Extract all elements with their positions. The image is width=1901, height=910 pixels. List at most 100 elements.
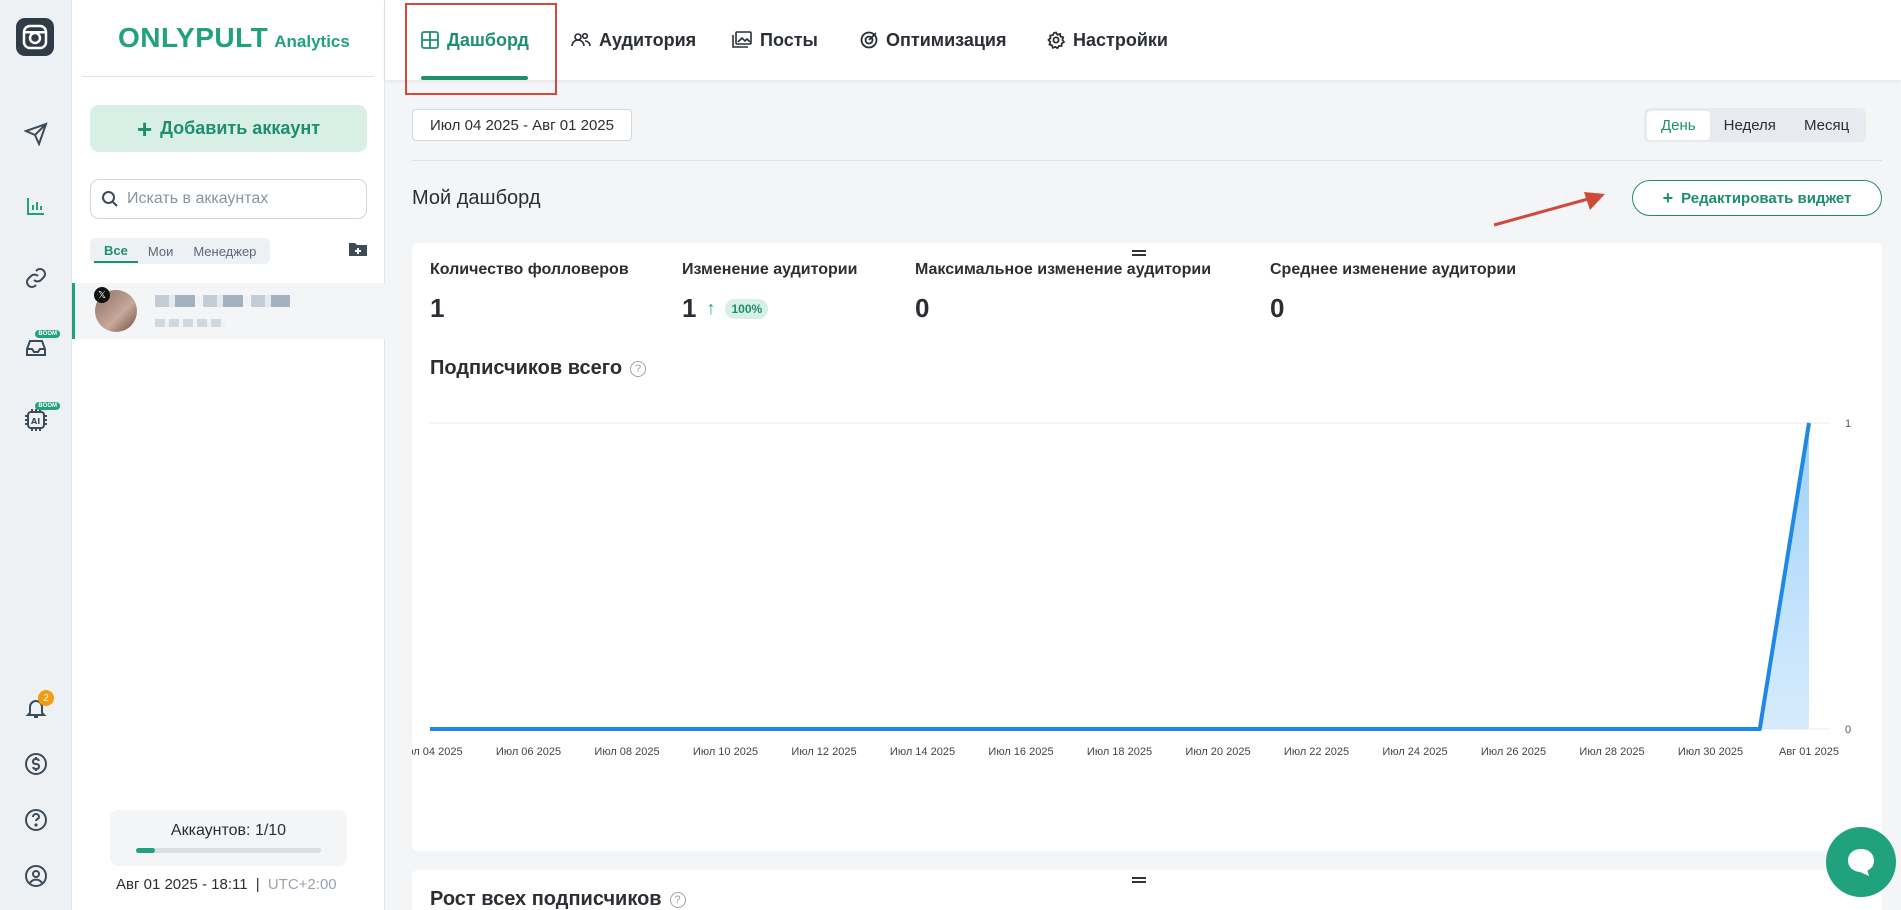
account-name-blurred: [155, 295, 290, 307]
x-tick-label: Июл 20 2025: [1185, 746, 1250, 758]
new-badge: BOOM: [35, 402, 60, 410]
widget-title-text: Рост всех подписчиков: [430, 888, 662, 910]
x-tick-label: Июл 10 2025: [693, 746, 758, 758]
annotation-highlight-box: [405, 3, 557, 95]
drag-handle-icon[interactable]: [1132, 250, 1146, 256]
datetime-value: Авг 01 2025 - 18:11: [116, 876, 248, 893]
x-tick-label: Июл 18 2025: [1087, 746, 1152, 758]
tab-label: Аудитория: [599, 29, 697, 50]
stat-avg-change: Среднее изменение аудитории 0: [1270, 261, 1516, 324]
period-month[interactable]: Месяц: [1790, 111, 1863, 140]
accounts-count-label: Аккаунтов: 1/10: [170, 822, 287, 839]
accounts-progress-fill: [136, 848, 155, 853]
tab-audience[interactable]: Аудитория: [571, 22, 696, 58]
page-title: Мой дашборд: [412, 187, 541, 209]
tab-optimization[interactable]: Оптимизация: [860, 22, 1007, 58]
brand-logo[interactable]: ONLYPULT Analytics: [118, 22, 350, 54]
stat-label: Изменение аудитории: [682, 261, 858, 278]
tab-posts[interactable]: Посты: [732, 22, 818, 58]
help-icon[interactable]: ?: [630, 360, 647, 377]
add-account-label: Добавить аккаунт: [160, 118, 321, 138]
y-tick-label: 0: [1845, 724, 1851, 736]
x-platform-icon: 𝕏: [94, 287, 110, 303]
timezone-label: UTC+2:00: [267, 876, 337, 893]
drag-handle-icon[interactable]: [1132, 877, 1146, 883]
brand-subtitle: Analytics: [274, 32, 350, 51]
account-sidebar: ONLYPULT Analytics + Добавить аккаунт Ис…: [72, 0, 385, 910]
add-account-button[interactable]: + Добавить аккаунт: [90, 105, 367, 152]
filter-all[interactable]: Все: [94, 240, 138, 263]
chart-title: Подписчиков всего ?: [430, 357, 647, 380]
series-line: [430, 422, 1811, 731]
x-tick-label: Июл 28 2025: [1579, 746, 1644, 758]
tab-settings[interactable]: Настройки: [1047, 22, 1168, 58]
stat-max-change: Максимальное изменение аудитории 0: [915, 261, 1211, 324]
followers-area-chart: 0 1 Июл 04 2025 Июл 06 2025 Июл 08 2025 Июл 1…: [412, 418, 1851, 758]
series-area: [430, 423, 1809, 729]
plus-icon: +: [136, 113, 153, 144]
x-tick-label: Июл 12 2025: [791, 746, 856, 758]
dollar-icon[interactable]: [18, 746, 54, 782]
x-tick-label: Июл 08 2025: [594, 746, 659, 758]
send-icon[interactable]: [18, 116, 54, 152]
link-icon[interactable]: [18, 260, 54, 296]
help-icon[interactable]: [18, 802, 54, 838]
svg-text:AI: AI: [31, 417, 40, 426]
x-tick-label: Июл 06 2025: [496, 746, 561, 758]
date-range-picker[interactable]: Июл 04 2025 - Авг 01 2025: [412, 109, 632, 141]
stat-value: 0: [915, 293, 930, 323]
widget-card: Количество фолловеров 1 Изменение аудито…: [412, 243, 1882, 851]
stat-label: Максимальное изменение аудитории: [915, 261, 1212, 278]
inbox-icon[interactable]: BOOM: [18, 330, 60, 366]
stat-label: Среднее изменение аудитории: [1270, 261, 1517, 278]
help-icon[interactable]: ?: [669, 891, 686, 908]
widget-card-growth: Рост всех подписчиков ?: [412, 870, 1882, 910]
chat-support-button[interactable]: [1826, 827, 1896, 897]
chat-bubble-icon: [1848, 849, 1874, 876]
filter-manager[interactable]: Менеджер: [183, 241, 266, 262]
tab-label: Посты: [760, 29, 818, 50]
annotation-arrow: [1493, 192, 1605, 227]
new-badge: BOOM: [35, 330, 60, 338]
tab-label: Настройки: [1073, 29, 1168, 50]
top-navigation: Дашборд Аудитория Посты Оптимизация Наст…: [385, 0, 1901, 95]
bell-icon[interactable]: 2: [18, 690, 54, 726]
filter-mine[interactable]: Мои: [138, 241, 183, 262]
search-icon: [102, 191, 118, 207]
users-icon: [571, 32, 591, 47]
edit-widget-label: Редактировать виджет: [1681, 189, 1852, 207]
x-tick-label: Июл 26 2025: [1481, 746, 1546, 758]
account-search-input[interactable]: Искать в аккаунтах: [90, 179, 367, 219]
tab-label: Оптимизация: [886, 29, 1007, 50]
gear-icon: [1047, 31, 1065, 49]
x-tick-label: Июл 22 2025: [1284, 746, 1349, 758]
account-filter-tabs: Все Мои Менеджер: [90, 238, 271, 264]
x-tick-label: Июл 24 2025: [1382, 746, 1447, 758]
period-toggle: День Неделя Месяц: [1644, 108, 1867, 142]
stat-value: 0: [1270, 293, 1285, 323]
widget-title: Рост всех подписчиков ?: [430, 888, 686, 910]
period-week[interactable]: Неделя: [1710, 111, 1790, 140]
ai-chip-icon[interactable]: AI BOOM: [18, 402, 60, 438]
stat-label: Количество фолловеров: [430, 261, 629, 278]
brand-name: ONLYPULT: [118, 22, 269, 53]
add-folder-icon[interactable]: [348, 240, 368, 263]
analytics-icon[interactable]: [18, 188, 54, 224]
icon-rail: BOOM AI BOOM 2: [0, 0, 72, 910]
account-handle-blurred: [155, 319, 225, 327]
accounts-progress-bar: [136, 848, 321, 853]
current-datetime: Авг 01 2025 - 18:11 | UTC+2:00: [116, 876, 337, 893]
stat-followers: Количество фолловеров 1: [430, 261, 629, 324]
app-logo-icon[interactable]: [16, 18, 54, 56]
change-badge: 100%: [725, 298, 769, 319]
profile-icon[interactable]: [18, 858, 54, 894]
x-tick-label: Июл 30 2025: [1678, 746, 1743, 758]
target-icon: [860, 31, 878, 49]
x-tick-label: Авг 01 2025: [1779, 746, 1839, 758]
arrow-up-icon: ↑: [706, 298, 716, 318]
account-list-item[interactable]: 𝕏: [72, 283, 385, 339]
period-day[interactable]: День: [1647, 110, 1710, 140]
x-tick-label: Июл 14 2025: [890, 746, 955, 758]
edit-widget-button[interactable]: + Редактировать виджет: [1632, 180, 1882, 216]
y-tick-label: 1: [1845, 418, 1851, 430]
